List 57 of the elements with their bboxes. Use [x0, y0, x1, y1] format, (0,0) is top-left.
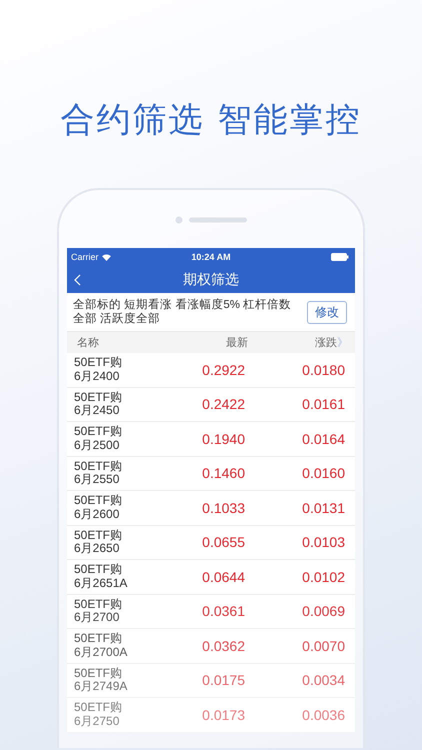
column-header[interactable]: 名称	[77, 337, 99, 349]
column-header[interactable]: 最新	[226, 337, 248, 349]
price-change: 0.0102	[302, 568, 345, 585]
option-name: 50ETF购	[74, 563, 122, 577]
screen-title: 期权筛选	[183, 270, 239, 288]
option-name: 50ETF购	[74, 701, 122, 715]
price-change: 0.0103	[302, 534, 345, 550]
back-icon[interactable]	[74, 274, 81, 286]
price-change: 0.0164	[302, 430, 345, 447]
wifi-icon	[102, 254, 111, 260]
option-contract: 6月2550	[74, 473, 120, 487]
price-change: 0.0036	[302, 706, 345, 723]
option-name: 50ETF购	[74, 528, 122, 542]
option-name: 50ETF购	[74, 356, 122, 370]
price-change: 0.0131	[302, 500, 345, 516]
battery-icon	[331, 253, 349, 261]
last-price: 0.0361	[202, 603, 245, 620]
option-name: 50ETF购	[74, 460, 122, 474]
price-change: 0.0161	[302, 396, 345, 412]
carrier-label: Carrier	[71, 252, 99, 262]
status-time: 10:24 AM	[191, 252, 231, 262]
filter-summary: 全部标的 短期看涨 看涨幅度5% 杠杆倍数全部 活跃度全部	[73, 298, 292, 326]
option-contract: 6月2650	[74, 542, 120, 556]
option-contract: 6月2600	[74, 508, 120, 522]
last-price: 0.1940	[202, 430, 245, 447]
option-contract: 6月2500	[74, 438, 120, 452]
speaker-icon	[175, 216, 247, 224]
option-name: 50ETF购	[74, 598, 122, 612]
last-price: 0.2422	[202, 396, 245, 412]
option-contract: 6月2450	[74, 404, 120, 418]
headline: 合约筛选 智能掌控	[60, 99, 362, 142]
option-contract: 6月2749A	[74, 680, 128, 694]
option-contract: 6月2400	[74, 370, 120, 384]
last-price: 0.2922	[202, 362, 245, 378]
price-change: 0.0160	[302, 465, 345, 482]
column-header[interactable]: 涨跌	[315, 335, 337, 350]
last-price: 0.1033	[202, 500, 245, 516]
last-price: 0.0173	[202, 706, 245, 723]
last-price: 0.0655	[202, 534, 245, 550]
price-change: 0.0070	[302, 638, 345, 654]
option-name: 50ETF购	[74, 390, 122, 404]
option-contract: 6月2700	[74, 611, 120, 625]
price-change: 0.0069	[302, 603, 345, 620]
last-price: 0.0362	[202, 638, 245, 654]
last-price: 0.0175	[202, 672, 245, 688]
price-change: 0.0180	[302, 362, 345, 378]
last-price: 0.1460	[202, 465, 245, 482]
price-change: 0.0034	[302, 672, 345, 688]
last-price: 0.0644	[202, 568, 245, 585]
edit-button[interactable]: 修改	[307, 300, 347, 324]
option-name: 50ETF购	[74, 666, 122, 680]
option-name: 50ETF购	[74, 425, 122, 439]
option-contract: 6月2750	[74, 714, 120, 728]
option-name: 50ETF购	[74, 632, 122, 646]
option-name: 50ETF购	[74, 494, 122, 508]
option-contract: 6月2700A	[74, 646, 128, 660]
option-contract: 6月2651A	[74, 576, 128, 590]
